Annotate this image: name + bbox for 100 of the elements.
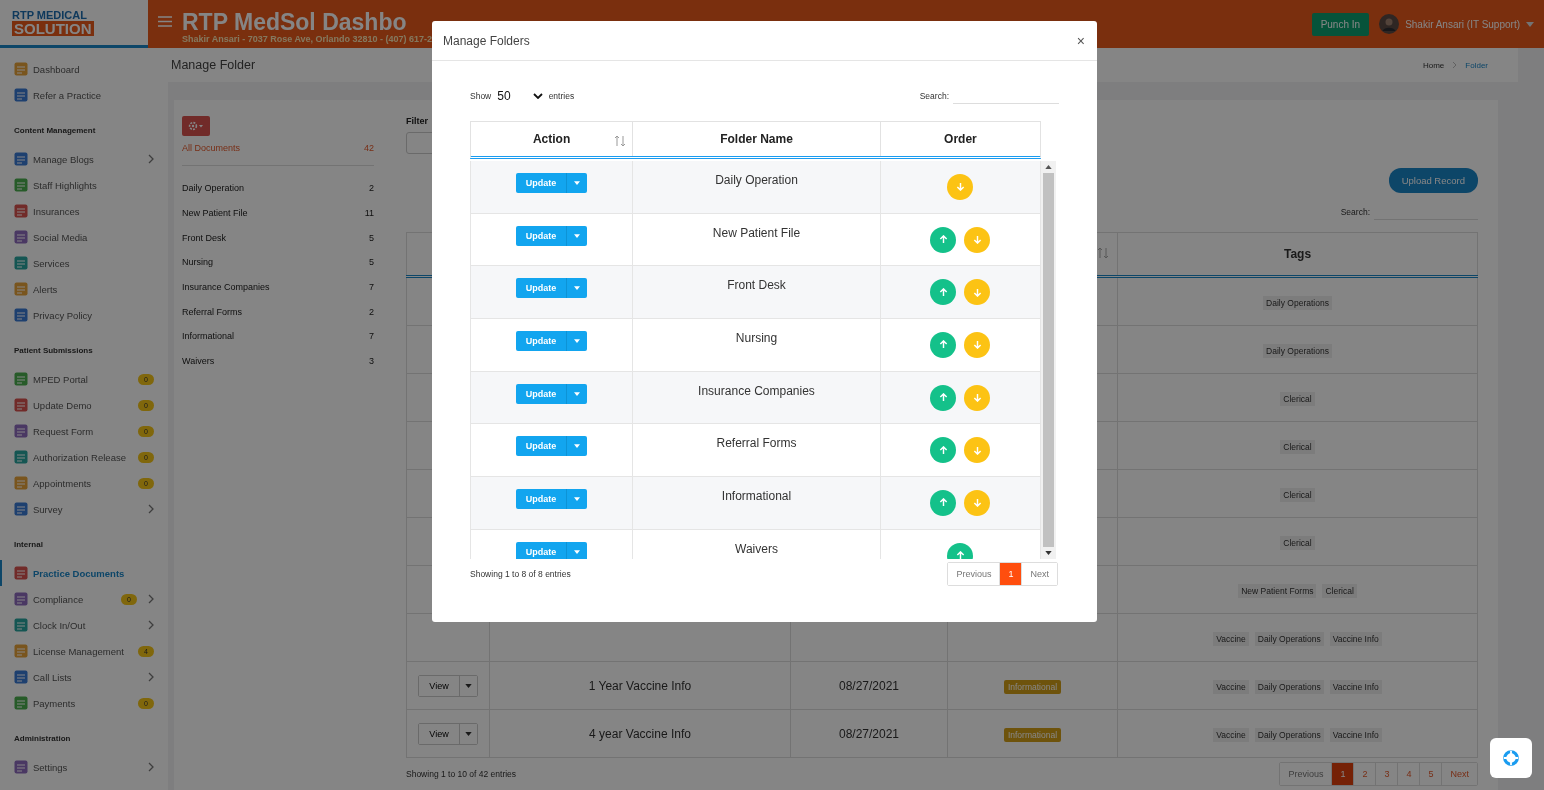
update-button[interactable]: Update bbox=[515, 173, 567, 193]
tile-icon bbox=[14, 502, 28, 516]
arrow-up-icon bbox=[955, 551, 965, 559]
column-header[interactable]: Folder Name bbox=[632, 122, 880, 156]
sidebar-item[interactable]: Alerts bbox=[0, 276, 168, 302]
page-button[interactable]: 1 bbox=[999, 563, 1022, 585]
scrollbar[interactable] bbox=[1041, 161, 1056, 559]
dropdown-button[interactable] bbox=[566, 383, 588, 404]
sidebar-item[interactable]: Call Lists bbox=[0, 664, 168, 690]
sidebar-item[interactable]: Services bbox=[0, 250, 168, 276]
sidebar-item[interactable]: Survey bbox=[0, 496, 168, 522]
help-button[interactable] bbox=[1490, 738, 1532, 778]
move-down-button[interactable] bbox=[964, 279, 991, 306]
folder-item[interactable]: New Patient File 11 bbox=[182, 200, 374, 226]
move-down-button[interactable] bbox=[964, 437, 991, 464]
sidebar-item[interactable]: Insurances bbox=[0, 198, 168, 224]
caret-icon bbox=[464, 731, 472, 736]
tile-icon bbox=[14, 476, 28, 490]
arrow-down-icon bbox=[972, 498, 982, 508]
page-button[interactable]: 1 bbox=[1331, 763, 1354, 785]
sidebar-item[interactable]: Staff Highlights bbox=[0, 172, 168, 198]
dropdown-button[interactable] bbox=[458, 675, 477, 696]
caret-icon bbox=[574, 339, 581, 344]
address-text: Shakir Ansari - 7037 Rose Ave, Orlando 32810 - (407) 617-2 bbox=[182, 34, 433, 44]
tile-icon bbox=[14, 618, 28, 632]
entries-info: Showing 1 to 8 of 8 entries bbox=[470, 569, 571, 579]
arrow-up-icon[interactable] bbox=[1045, 165, 1052, 169]
folder-item[interactable]: Daily Operation 2 bbox=[182, 176, 374, 201]
move-down-button[interactable] bbox=[964, 489, 991, 516]
folder-item[interactable]: Waivers 3 bbox=[182, 348, 374, 374]
breadcrumb-link[interactable]: Folder bbox=[1465, 60, 1488, 70]
punch-in-button[interactable]: Punch In bbox=[1311, 12, 1370, 36]
sidebar-item[interactable]: Privacy Policy bbox=[0, 302, 168, 328]
move-down-button[interactable] bbox=[964, 331, 991, 358]
column-header[interactable]: Action bbox=[471, 122, 633, 156]
arrow-up-icon bbox=[938, 393, 948, 403]
close-button[interactable]: × bbox=[1074, 32, 1087, 49]
arrow-down-icon bbox=[972, 393, 982, 403]
category-badge: Informational bbox=[1003, 727, 1062, 742]
sidebar-item[interactable]: Refer a Practice bbox=[0, 82, 168, 108]
dropdown-button[interactable] bbox=[566, 225, 588, 246]
page-button[interactable]: Next bbox=[1021, 563, 1057, 585]
caret-icon bbox=[574, 233, 581, 238]
update-button[interactable]: Update bbox=[515, 383, 567, 404]
tile-icon bbox=[14, 308, 28, 322]
breadcrumb-link[interactable]: Home bbox=[1422, 60, 1445, 70]
sidebar-item[interactable]: Dashboard bbox=[0, 56, 168, 82]
dropdown-button[interactable] bbox=[566, 489, 588, 510]
logo[interactable]: RTP MEDICAL SOLUTION bbox=[0, 0, 148, 48]
caret-icon bbox=[574, 549, 581, 554]
tag: Daily Operations bbox=[1263, 295, 1332, 310]
sidebar-item[interactable]: Clock In/Out bbox=[0, 612, 168, 638]
dropdown-button[interactable] bbox=[566, 436, 588, 457]
sort-icon[interactable] bbox=[1097, 246, 1109, 259]
menu-icon[interactable] bbox=[158, 16, 172, 27]
move-up-button[interactable] bbox=[930, 384, 957, 411]
sort-icon bbox=[614, 135, 627, 147]
move-up-button[interactable] bbox=[930, 489, 957, 516]
folder-item[interactable]: Insurance Companies 7 bbox=[182, 274, 374, 300]
column-header[interactable]: Tags bbox=[1117, 232, 1478, 277]
update-button[interactable]: Update bbox=[515, 436, 567, 457]
dropdown-button[interactable] bbox=[566, 331, 588, 352]
dropdown-button[interactable] bbox=[566, 278, 588, 299]
update-button[interactable]: Update bbox=[515, 489, 567, 510]
move-down-button[interactable] bbox=[964, 384, 991, 411]
dropdown-button[interactable] bbox=[566, 173, 588, 193]
folder-item[interactable]: Front Desk 5 bbox=[182, 225, 374, 251]
column-header[interactable]: Order bbox=[879, 122, 1040, 156]
move-down-button[interactable] bbox=[964, 226, 991, 253]
dropdown-button[interactable] bbox=[566, 541, 588, 559]
move-down-button[interactable] bbox=[947, 173, 974, 200]
folder-item[interactable]: Referral Forms 2 bbox=[182, 299, 374, 325]
tag: Clerical bbox=[1280, 391, 1315, 406]
update-button[interactable]: Update bbox=[515, 331, 567, 352]
folder-item[interactable]: Informational 7 bbox=[182, 324, 374, 349]
sidebar-item[interactable]: Practice Documents bbox=[0, 560, 168, 586]
dropdown-button[interactable] bbox=[458, 723, 477, 744]
update-button[interactable]: Update bbox=[515, 225, 567, 246]
sidebar-item[interactable]: Social Media bbox=[0, 224, 168, 250]
settings-button[interactable] bbox=[182, 116, 210, 136]
tag: Vaccine Info bbox=[1329, 679, 1382, 694]
page-button[interactable]: Next bbox=[1441, 763, 1477, 785]
sidebar-item[interactable]: Settings bbox=[0, 754, 168, 780]
update-button[interactable]: Update bbox=[515, 278, 567, 299]
move-up-button[interactable] bbox=[930, 279, 957, 306]
folder-item[interactable]: Nursing 5 bbox=[182, 250, 374, 275]
arrow-up-icon bbox=[938, 287, 948, 297]
avatar-icon[interactable] bbox=[1379, 14, 1400, 34]
move-up-button[interactable] bbox=[930, 331, 957, 358]
upload-record-button[interactable]: Upload Record bbox=[1388, 168, 1478, 193]
chevron-icon bbox=[148, 620, 154, 630]
move-up-button[interactable] bbox=[930, 226, 957, 253]
sidebar-item[interactable]: Manage Blogs bbox=[0, 146, 168, 172]
caret-icon[interactable] bbox=[1526, 21, 1534, 27]
move-up-button[interactable] bbox=[930, 437, 957, 464]
update-button[interactable]: Update bbox=[515, 541, 567, 559]
page-size-select[interactable]: 50 bbox=[497, 88, 543, 103]
user-name[interactable]: Shakir Ansari (IT Support) bbox=[1405, 18, 1520, 30]
arrow-down-icon[interactable] bbox=[1045, 551, 1052, 555]
folder-item[interactable]: All Documents 42 bbox=[182, 143, 374, 165]
